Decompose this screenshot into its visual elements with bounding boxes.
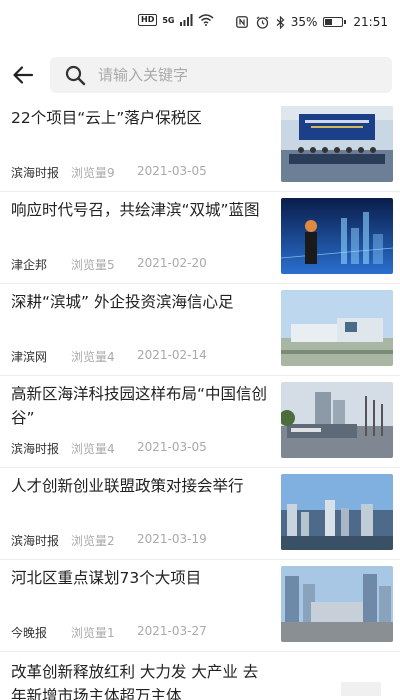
news-date: 2021-02-14 xyxy=(137,348,207,362)
news-date: 2021-03-05 xyxy=(137,440,207,454)
search-icon xyxy=(65,65,86,86)
battery-percent: 35% xyxy=(290,15,318,29)
news-meta: 今晚报 浏览量1 2021-03-27 xyxy=(11,624,207,641)
news-item[interactable]: 深耕“滨城” 外企投资滨海信心足 津滨网 浏览量4 2021-02-14 xyxy=(0,284,400,376)
status-left-group: HD 5G xyxy=(138,14,214,26)
back-button[interactable] xyxy=(8,60,38,90)
news-thumbnail xyxy=(281,382,393,458)
news-source: 滨海时报 xyxy=(11,166,60,180)
news-thumbnail xyxy=(281,106,393,182)
arrow-left-icon xyxy=(13,66,34,84)
signal-icon xyxy=(179,14,193,26)
news-item[interactable]: 河北区重点谋划73个大项目 今晚报 浏览量1 2021-03-27 xyxy=(0,560,400,652)
news-views: 浏览量1 xyxy=(71,626,115,640)
news-meta: 津企邦 浏览量5 2021-02-20 xyxy=(11,256,207,273)
news-thumbnail xyxy=(281,658,393,700)
news-item[interactable]: 高新区海洋科技园这样布局“中国信创谷” 滨海时报 浏览量4 2021-03-05 xyxy=(0,376,400,468)
news-title: 河北区重点谋划73个大项目 xyxy=(11,569,202,587)
news-item[interactable]: 22个项目“云上”落户保税区 滨海时报 浏览量9 2021-03-05 xyxy=(0,100,400,192)
bluetooth-icon xyxy=(276,15,285,30)
news-title: 高新区海洋科技园这样布局“中国信创谷” xyxy=(11,385,268,427)
search-bar[interactable] xyxy=(50,57,392,93)
plaza-image xyxy=(281,566,393,642)
news-item[interactable]: 人才创新创业联盟政策对接会举行 滨海时报 浏览量2 2021-03-19 xyxy=(0,468,400,560)
news-source: 滨海时报 xyxy=(11,442,60,456)
alarm-icon xyxy=(256,16,270,29)
news-source: 津企邦 xyxy=(11,258,48,272)
news-source: 滨海时报 xyxy=(11,534,60,548)
news-title: 人才创新创业联盟政策对接会举行 xyxy=(11,477,244,495)
news-date: 2021-03-05 xyxy=(137,164,207,178)
conference-image xyxy=(281,106,393,182)
faded-image xyxy=(281,658,393,700)
news-meta: 滨海时报 浏览量9 2021-03-05 xyxy=(11,164,207,181)
news-meta: 滨海时报 浏览量2 2021-03-19 xyxy=(11,532,207,549)
status-right-group: 35% 21:51 xyxy=(235,15,388,30)
news-source: 津滨网 xyxy=(11,350,48,364)
news-views: 浏览量4 xyxy=(71,350,115,364)
digital-city-image xyxy=(281,198,393,274)
news-meta: 滨海时报 浏览量4 2021-03-05 xyxy=(11,440,207,457)
news-date: 2021-02-20 xyxy=(137,256,207,270)
news-meta: 津滨网 浏览量4 2021-02-14 xyxy=(11,348,207,365)
battery-fill xyxy=(325,19,332,25)
news-list: 22个项目“云上”落户保税区 滨海时报 浏览量9 2021-03-05 响应时代… xyxy=(0,100,400,700)
tech-park-image xyxy=(281,382,393,458)
search-header xyxy=(0,50,400,100)
news-thumbnail xyxy=(281,474,393,550)
news-title: 22个项目“云上”落户保税区 xyxy=(11,109,202,127)
news-thumbnail xyxy=(281,566,393,642)
news-source: 今晚报 xyxy=(11,626,48,640)
battery-icon xyxy=(323,17,347,27)
news-views: 浏览量4 xyxy=(71,442,115,456)
news-views: 浏览量5 xyxy=(71,258,115,272)
news-title: 改革创新释放红利 大力发 大产业 去年新增市场主体超万主体 xyxy=(11,663,259,700)
hd-badge: HD xyxy=(138,14,158,26)
news-views: 浏览量9 xyxy=(71,166,115,180)
status-bar: HD 5G 35% 21:51 xyxy=(0,0,400,44)
nfc-icon xyxy=(235,16,250,28)
news-date: 2021-03-19 xyxy=(137,532,207,546)
news-title: 响应时代号召，共绘津滨“双城”蓝图 xyxy=(11,201,260,219)
news-views: 浏览量2 xyxy=(71,534,115,548)
news-date: 2021-03-27 xyxy=(137,624,207,638)
news-thumbnail xyxy=(281,198,393,274)
news-title: 深耕“滨城” 外企投资滨海信心足 xyxy=(11,293,234,311)
factory-image xyxy=(281,290,393,366)
clock-time: 21:51 xyxy=(353,15,388,29)
news-item[interactable]: 响应时代号召，共绘津滨“双城”蓝图 津企邦 浏览量5 2021-02-20 xyxy=(0,192,400,284)
news-item[interactable]: 改革创新释放红利 大力发 大产业 去年新增市场主体超万主体 2021-03-27 xyxy=(0,652,400,700)
network-type-label: 5G xyxy=(162,15,175,25)
search-input[interactable] xyxy=(98,66,358,84)
news-thumbnail xyxy=(281,290,393,366)
wifi-icon xyxy=(198,14,214,26)
city-skyline-image xyxy=(281,474,393,550)
